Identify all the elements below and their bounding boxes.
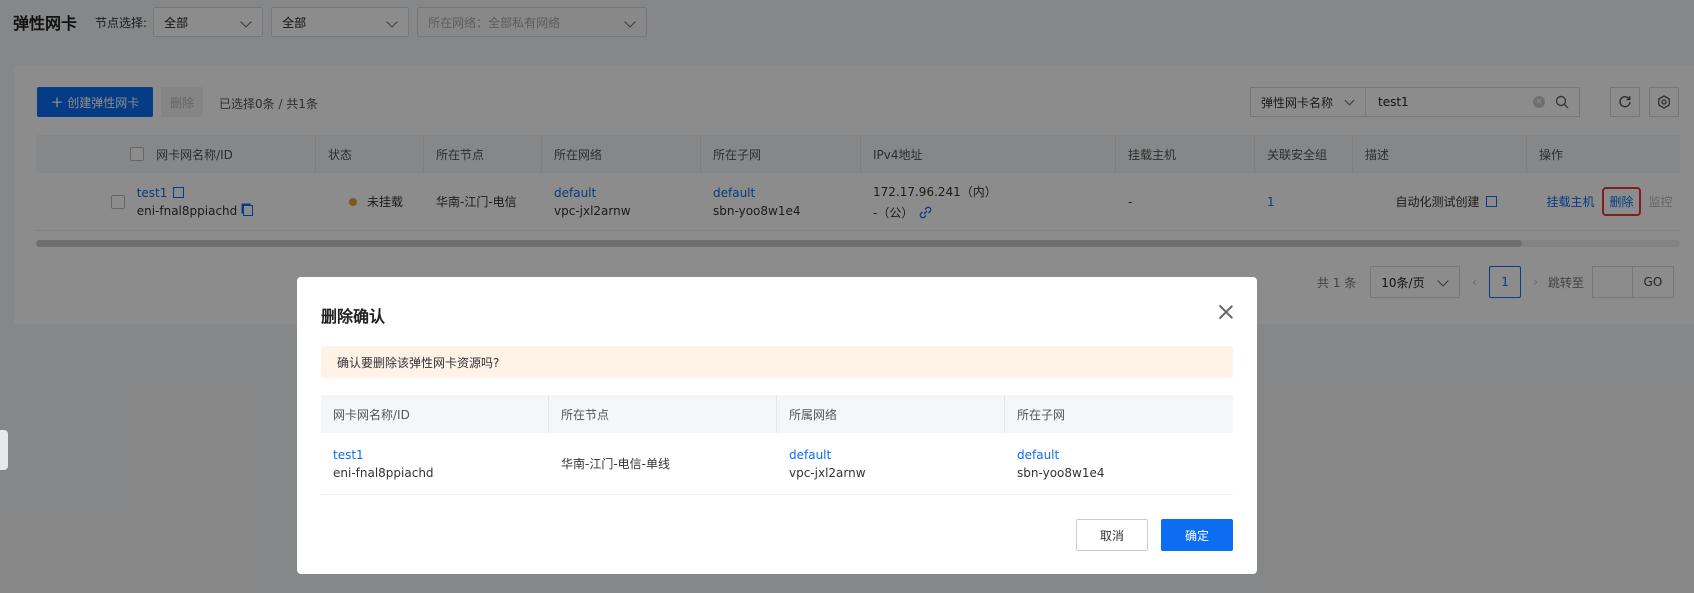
eni-id: eni-fnal8ppiachd: [333, 465, 434, 480]
subnet-id: sbn-yoo8w1e4: [1017, 465, 1105, 480]
vpc-id: vpc-jxl2arnw: [789, 465, 866, 480]
confirm-button[interactable]: 确定: [1161, 519, 1233, 551]
cell-network: default vpc-jxl2arnw: [777, 433, 1005, 494]
column-header-subnet: 所在子网: [1017, 407, 1066, 422]
column-header-name: 网卡网名称/ID: [321, 395, 549, 433]
cell-node: 华南-江门-电信-单线: [561, 457, 670, 471]
column-header-network: 所属网络: [777, 395, 1005, 433]
delete-confirm-dialog: 删除确认 确认要删除该弹性网卡资源吗? 网卡网名称/ID 所在节点 所属网络 所…: [297, 277, 1257, 574]
subnet-link[interactable]: default: [1017, 448, 1233, 462]
column-header-node: 所在节点: [549, 395, 777, 433]
cell-name: test1 eni-fnal8ppiachd: [321, 433, 549, 494]
table-row: test1 eni-fnal8ppiachd 华南-江门-电信-单线 defau…: [321, 433, 1233, 495]
network-link[interactable]: default: [789, 448, 1005, 462]
dialog-title: 删除确认: [321, 307, 386, 326]
cancel-button[interactable]: 取消: [1076, 519, 1148, 551]
close-icon[interactable]: [1217, 303, 1235, 321]
eni-name-link[interactable]: test1: [333, 448, 549, 462]
dialog-table: 网卡网名称/ID 所在节点 所属网络 所在子网 test1 eni-fnal8p…: [321, 395, 1233, 495]
confirm-message: 确认要删除该弹性网卡资源吗?: [321, 346, 1233, 378]
dialog-table-header: 网卡网名称/ID 所在节点 所属网络 所在子网: [321, 395, 1233, 433]
cell-subnet: default sbn-yoo8w1e4: [1005, 433, 1233, 494]
sidebar-toggle-handle[interactable]: [0, 430, 8, 470]
